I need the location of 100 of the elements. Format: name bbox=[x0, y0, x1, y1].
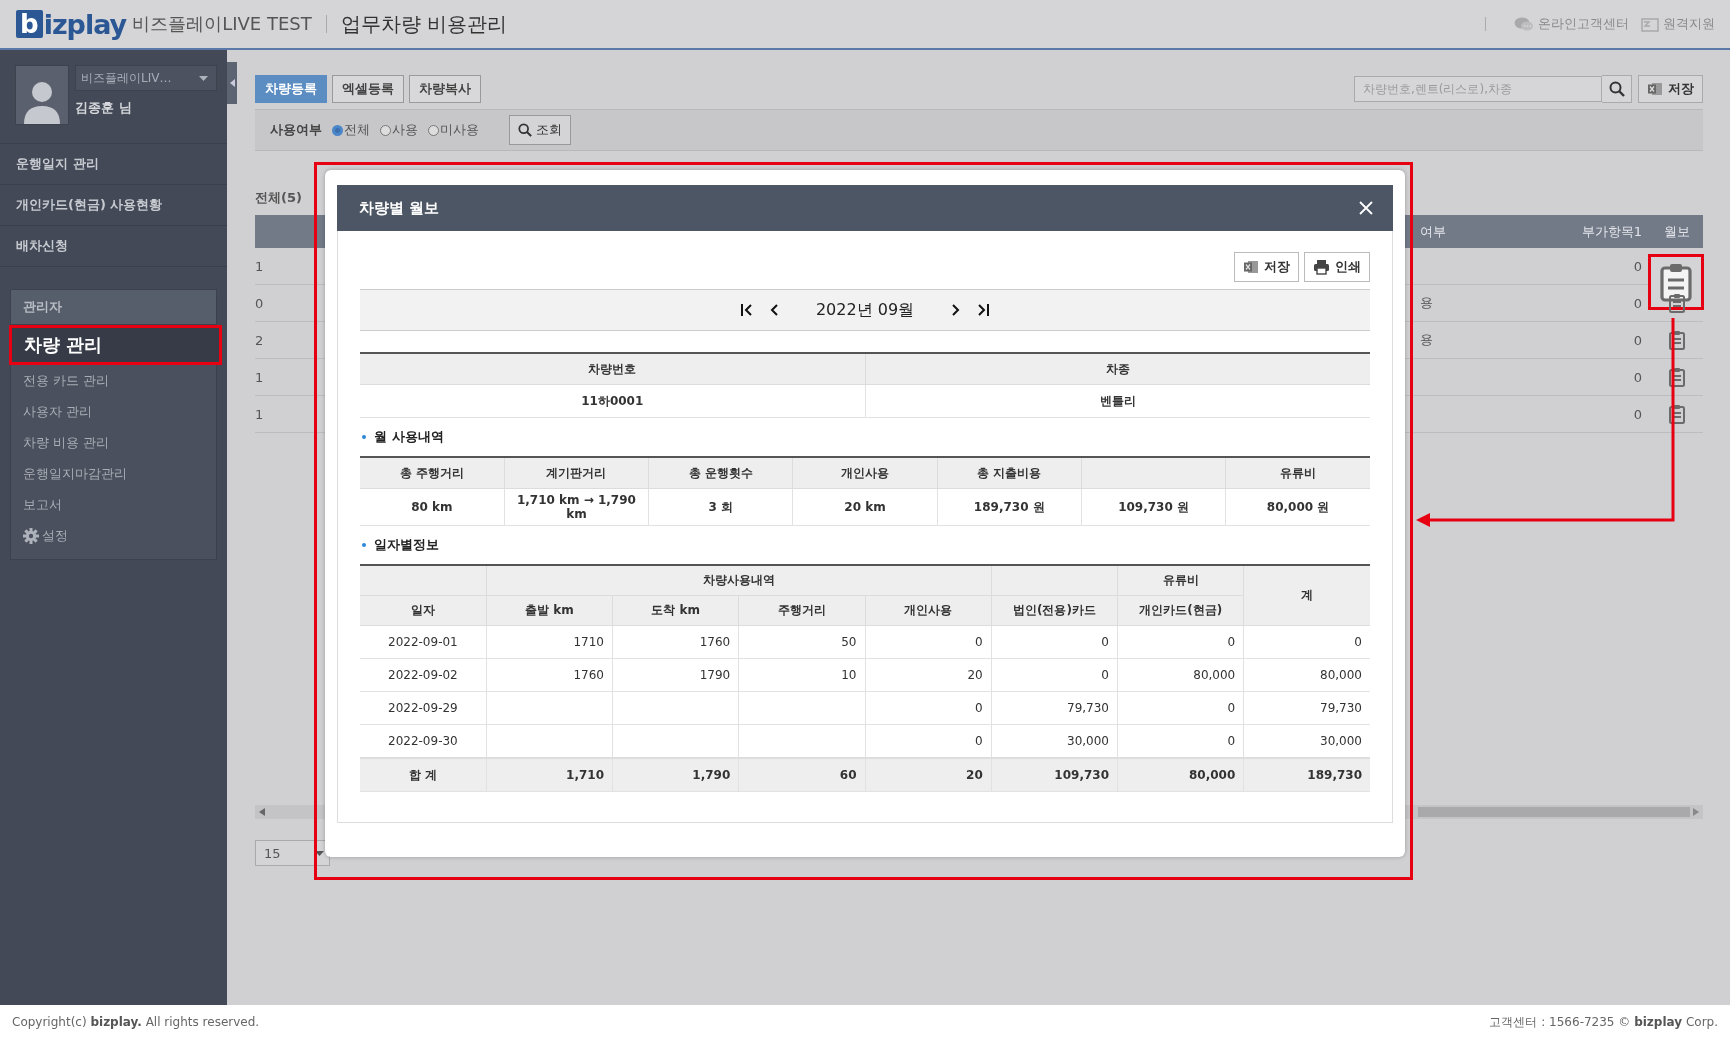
column-header: 차량번호 bbox=[360, 353, 865, 385]
table-cell-text: 0 bbox=[1632, 295, 1643, 311]
toolbar-button[interactable]: 엑셀등록 bbox=[332, 75, 404, 103]
table-cell-text: 1 bbox=[255, 258, 265, 274]
sidebar-item[interactable]: 차량 관리 bbox=[9, 325, 222, 365]
table-cell: 80,000 bbox=[1193, 668, 1236, 682]
sidebar-item[interactable]: 배차신청 bbox=[0, 226, 227, 267]
table-cell: 2022-09-30 bbox=[388, 734, 458, 748]
table-cell: 1,710 km → 1,790 km bbox=[504, 488, 649, 526]
column-header: 여부 bbox=[1419, 222, 1447, 241]
search-field[interactable]: 차량번호,렌트(리스로),차종 bbox=[1354, 76, 1602, 102]
column-header: 총 지출비용 bbox=[937, 457, 1082, 489]
column-header: 총 운행횟수 bbox=[648, 457, 793, 489]
table-cell: 0 bbox=[1227, 701, 1236, 715]
table-cell: 79,730 bbox=[1067, 701, 1109, 715]
radio-label: 미사용 bbox=[440, 121, 479, 139]
column-header: 개인사용 bbox=[792, 457, 938, 489]
filter-label: 사용여부 bbox=[270, 121, 322, 139]
table-cell-text: 0 bbox=[1632, 369, 1643, 385]
table-cell: 80,000 bbox=[1188, 768, 1236, 782]
table-cell: 0 bbox=[1101, 635, 1109, 649]
site-name: 비즈플레이LIVE TEST bbox=[132, 12, 312, 36]
toolbar-button[interactable]: 차량등록 bbox=[255, 75, 327, 103]
column-header: 부가항목1 bbox=[1580, 222, 1643, 241]
column-header: 계기판거리 bbox=[504, 457, 649, 489]
sidebar-item[interactable]: 보고서 bbox=[11, 489, 216, 520]
table-cell: 2022-09-02 bbox=[388, 668, 458, 682]
search-button[interactable]: 조회 bbox=[509, 115, 571, 145]
table-cell: 0 bbox=[975, 734, 983, 748]
sidebar-item[interactable]: 개인카드(현금) 사용현황 bbox=[0, 185, 227, 226]
table-cell: 189,730 bbox=[1307, 768, 1362, 782]
panel-title: 관리자 bbox=[11, 290, 216, 325]
table-cell: 0 bbox=[975, 701, 983, 715]
copyright-text: Copyright(c) bizplay. All rights reserved. bbox=[12, 1015, 260, 1029]
radio-label: 전체 bbox=[344, 121, 370, 139]
sidebar-item[interactable]: 사용자 관리 bbox=[11, 396, 216, 427]
table-cell: 1710 bbox=[573, 635, 604, 649]
table-cell: 20 bbox=[967, 668, 983, 682]
column-header: 주행거리 bbox=[738, 595, 865, 626]
month-label: 2022년 09월 bbox=[815, 299, 915, 321]
table-cell: 109,730 원 bbox=[1081, 488, 1226, 526]
table-cell: 10 bbox=[841, 668, 857, 682]
table-cell-text: 2 bbox=[255, 332, 265, 348]
table-cell: 1760 bbox=[699, 635, 731, 649]
table-cell: 20 bbox=[966, 768, 983, 782]
table-cell: 합 계 bbox=[408, 767, 437, 782]
save-button[interactable]: 저장 bbox=[1234, 252, 1299, 282]
column-header: 개인카드(현금) bbox=[1117, 595, 1244, 626]
column-header: 차량사용내역 bbox=[486, 565, 992, 596]
sidebar-item[interactable]: 전용 카드 관리 bbox=[11, 365, 216, 396]
table-cell: 0 bbox=[1354, 635, 1362, 649]
table-cell: 30,000 bbox=[1067, 734, 1109, 748]
section-title: 일자별정보 bbox=[360, 526, 1370, 564]
column-header: 법인(전용)카드 bbox=[991, 595, 1118, 626]
table-cell: 11하0001 bbox=[360, 384, 865, 418]
table-cell: 60 bbox=[839, 768, 857, 782]
column-header: 총 주행거리 bbox=[360, 457, 505, 489]
section-title: 월 사용내역 bbox=[360, 418, 1370, 456]
company-select[interactable]: 비즈플레이LIV… bbox=[75, 65, 217, 91]
table-cell: 용 bbox=[1420, 295, 1433, 310]
table-cell-text: 1 bbox=[255, 369, 265, 385]
column-header: 월보 bbox=[1662, 222, 1691, 241]
table-cell: 189,730 원 bbox=[937, 488, 1082, 526]
table-cell: 0 bbox=[1101, 668, 1109, 682]
support-text: 고객센터 : 1566-7235 © bizplay Corp. bbox=[1489, 1013, 1718, 1031]
table-cell: 30,000 bbox=[1320, 734, 1362, 748]
table-cell: 50 bbox=[841, 635, 857, 649]
table-cell: 3 회 bbox=[648, 488, 793, 526]
table-cell: 1,790 bbox=[692, 768, 731, 782]
print-button[interactable]: 인쇄 bbox=[1304, 252, 1370, 282]
radio-label: 사용 bbox=[392, 121, 418, 139]
table-cell-text: 0 bbox=[255, 295, 265, 311]
column-header: 유류비 bbox=[1225, 457, 1370, 489]
toolbar-button[interactable]: 차량복사 bbox=[409, 75, 481, 103]
table-cell-text: 1 bbox=[255, 406, 265, 422]
table-cell: 80,000 bbox=[1320, 668, 1362, 682]
save-button[interactable]: 저장 bbox=[1638, 75, 1703, 103]
sidebar-item[interactable]: 운행일지 관리 bbox=[0, 144, 227, 185]
column-header: 개인사용 bbox=[865, 595, 992, 626]
page-size-select[interactable]: 15 bbox=[255, 840, 330, 866]
page-title: 업무차량 비용관리 bbox=[340, 10, 508, 38]
table-cell: 2022-09-29 bbox=[388, 701, 458, 715]
sidebar-item[interactable]: 차량 비용 관리 bbox=[11, 427, 216, 458]
logo-text: izplay bbox=[43, 8, 127, 40]
table-cell: 1790 bbox=[699, 668, 731, 682]
user-name: 김종훈 님 bbox=[75, 99, 133, 117]
table-cell-text: 0 bbox=[1632, 332, 1643, 348]
sidebar-item[interactable]: 설정 bbox=[42, 526, 68, 545]
table-cell: 0 bbox=[1227, 734, 1236, 748]
column-header: 차종 bbox=[865, 353, 1370, 385]
table-cell: 80 km bbox=[360, 488, 505, 526]
table-cell-text: 0 bbox=[1632, 406, 1643, 422]
table-cell: 20 km bbox=[792, 488, 938, 526]
dialog-title: 차량별 월보 bbox=[359, 198, 440, 218]
table-cell-text: 0 bbox=[1632, 258, 1643, 274]
column-header: 출발 km bbox=[486, 595, 613, 626]
sidebar-item[interactable]: 운행일지마감관리 bbox=[11, 458, 216, 489]
table-cell: 79,730 bbox=[1320, 701, 1362, 715]
table-cell: 0 bbox=[1227, 635, 1236, 649]
table-cell: 용 bbox=[1420, 332, 1433, 347]
